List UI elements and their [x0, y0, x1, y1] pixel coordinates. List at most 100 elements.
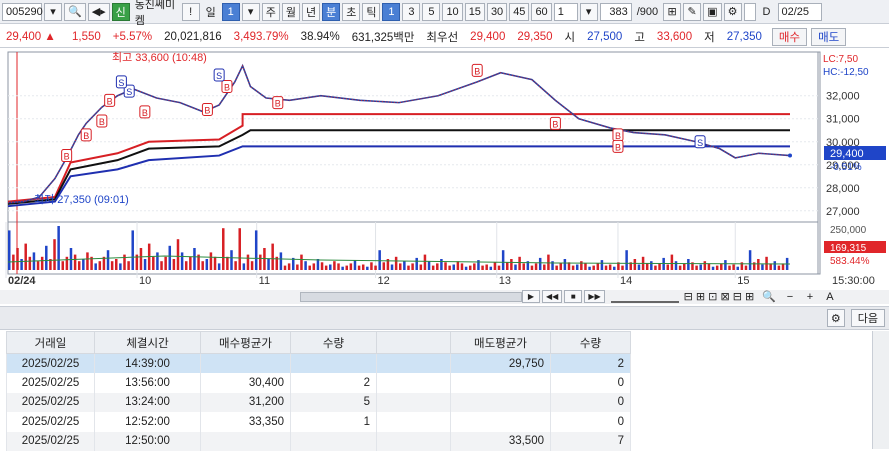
count-input[interactable]: 383 — [600, 3, 632, 21]
volume-bar — [757, 259, 760, 270]
minute-15[interactable]: 15 — [465, 3, 485, 21]
tab-monthly[interactable]: 월 — [282, 3, 300, 21]
low-label: 저 — [698, 29, 721, 45]
font-icon[interactable]: A — [821, 290, 839, 303]
volume-bar — [654, 266, 657, 270]
cell-blank — [377, 432, 451, 451]
volume-bar — [374, 266, 377, 270]
cell-sell-avg — [451, 373, 551, 393]
volume-bar — [238, 228, 241, 270]
volume-bar — [66, 257, 69, 270]
sound-icon[interactable]: ◀▸ — [88, 3, 110, 21]
volume-bar — [547, 255, 550, 270]
minute-60[interactable]: 60 — [531, 3, 551, 21]
volume-bar — [156, 252, 159, 270]
volume-bar — [201, 261, 204, 270]
zoom-icon[interactable]: 🔍 — [759, 290, 779, 303]
cell-blank — [377, 354, 451, 374]
search-icon[interactable]: 🔍 — [64, 3, 86, 21]
code-input[interactable]: 005290 — [2, 3, 42, 21]
cell-buy-qty: 5 — [291, 393, 377, 413]
table-vertical-scrollbar[interactable] — [872, 331, 889, 449]
x-tick-label: 15 — [737, 275, 749, 287]
volume-bar — [173, 259, 176, 270]
tab-tick[interactable]: 틱 — [362, 3, 380, 21]
buy-marker: B — [62, 150, 72, 162]
volume-ratio: 3,493.79% — [228, 31, 295, 43]
period-dropdown[interactable]: ▾ — [242, 3, 260, 21]
stop-button[interactable]: ■ — [564, 290, 582, 303]
alert-button[interactable]: ! — [182, 3, 200, 21]
table-row[interactable]: 2025/02/25 12:50:00 33,500 7 — [7, 432, 631, 451]
table-row[interactable]: 2025/02/25 13:24:00 31,200 5 0 — [7, 393, 631, 413]
volume-bar — [383, 262, 386, 270]
volume-bar — [732, 265, 735, 271]
volume-bar — [144, 259, 147, 270]
volume-bar — [539, 258, 542, 270]
table-row[interactable]: 2025/02/25 13:56:00 30,400 2 0 — [7, 373, 631, 393]
candle-icon[interactable]: ⊞ — [663, 3, 681, 21]
tab-minute[interactable]: 분 — [322, 3, 340, 21]
table-gear-icon[interactable]: ⚙ — [827, 309, 845, 327]
price-chart[interactable]: BBBBSSBBBSBBBBBS 32,00031,00030,00029,00… — [0, 50, 889, 290]
cell-buy-avg: 31,200 — [201, 393, 291, 413]
volume-bar — [193, 248, 196, 270]
minute-1[interactable]: 1 — [382, 3, 400, 21]
marker-label: B — [142, 108, 148, 118]
volume-bar — [267, 259, 270, 270]
col-time: 체결시간 — [95, 332, 201, 354]
buy-marker: B — [222, 81, 232, 93]
volume-bar — [86, 252, 89, 270]
code-dropdown[interactable]: ▾ — [44, 3, 62, 21]
zoom-slider[interactable] — [611, 290, 679, 303]
volume-bar — [473, 263, 476, 270]
next-button[interactable]: 다음 — [851, 309, 885, 327]
tool-icon[interactable]: ✎ — [683, 3, 701, 21]
minute-30[interactable]: 30 — [487, 3, 507, 21]
interval-dropdown[interactable]: ▾ — [580, 3, 598, 21]
marker-label: B — [474, 66, 480, 76]
save-icon[interactable]: ▣ — [703, 3, 721, 21]
chart-scrollbar[interactable]: ▶ ◀◀ ■ ▶▶ ⊟ ⊞ ⊡ ⊠ ⊟ ⊞ 🔍 − + A — [0, 290, 889, 304]
period-number[interactable]: 1 — [222, 3, 240, 21]
table-row[interactable]: 2025/02/25 14:39:00 29,750 2 — [7, 354, 631, 374]
date-input[interactable]: 02/25 — [778, 3, 822, 21]
minute-10[interactable]: 10 — [442, 3, 462, 21]
volume-bar — [535, 263, 538, 270]
minus-icon[interactable]: − — [781, 290, 799, 303]
volume-bar — [621, 266, 624, 270]
fast-forward-button[interactable]: ▶▶ — [584, 290, 604, 303]
plus-icon[interactable]: + — [801, 290, 819, 303]
scroll-thumb[interactable] — [300, 292, 522, 302]
gear-icon[interactable]: ⚙ — [724, 3, 742, 21]
layout-icons[interactable]: ⊟ ⊞ ⊡ ⊠ ⊟ ⊞ — [681, 290, 758, 303]
volume-bar — [424, 255, 427, 270]
tab-second[interactable]: 초 — [342, 3, 360, 21]
volume-bar — [259, 255, 262, 270]
volume-bar — [107, 250, 110, 270]
sell-button[interactable]: 매도 — [811, 28, 846, 46]
tab-yearly[interactable]: 년 — [302, 3, 320, 21]
volume-bar — [469, 266, 472, 270]
volume-bar — [584, 263, 587, 270]
date-checkbox[interactable] — [744, 3, 756, 21]
marker-label: B — [552, 119, 558, 129]
volume-bar — [271, 244, 274, 270]
volume-bar — [206, 259, 209, 270]
volume-bar — [502, 250, 505, 270]
minute-45[interactable]: 45 — [509, 3, 529, 21]
volume-bar — [514, 265, 517, 271]
price-change-pct: +5.57% — [107, 31, 158, 43]
tab-weekly[interactable]: 주 — [262, 3, 280, 21]
scroll-right-button[interactable]: ▶ — [522, 290, 540, 303]
interval-input[interactable]: 1 — [554, 3, 578, 21]
buy-button[interactable]: 매수 — [772, 28, 807, 46]
volume-bar — [498, 266, 501, 270]
table-row[interactable]: 2025/02/25 12:52:00 33,350 1 0 — [7, 412, 631, 432]
minute-5[interactable]: 5 — [422, 3, 440, 21]
buy-marker: B — [140, 106, 150, 118]
volume-bar — [728, 266, 731, 270]
volume-bar — [169, 246, 172, 270]
minute-3[interactable]: 3 — [402, 3, 420, 21]
rewind-button[interactable]: ◀◀ — [542, 290, 562, 303]
